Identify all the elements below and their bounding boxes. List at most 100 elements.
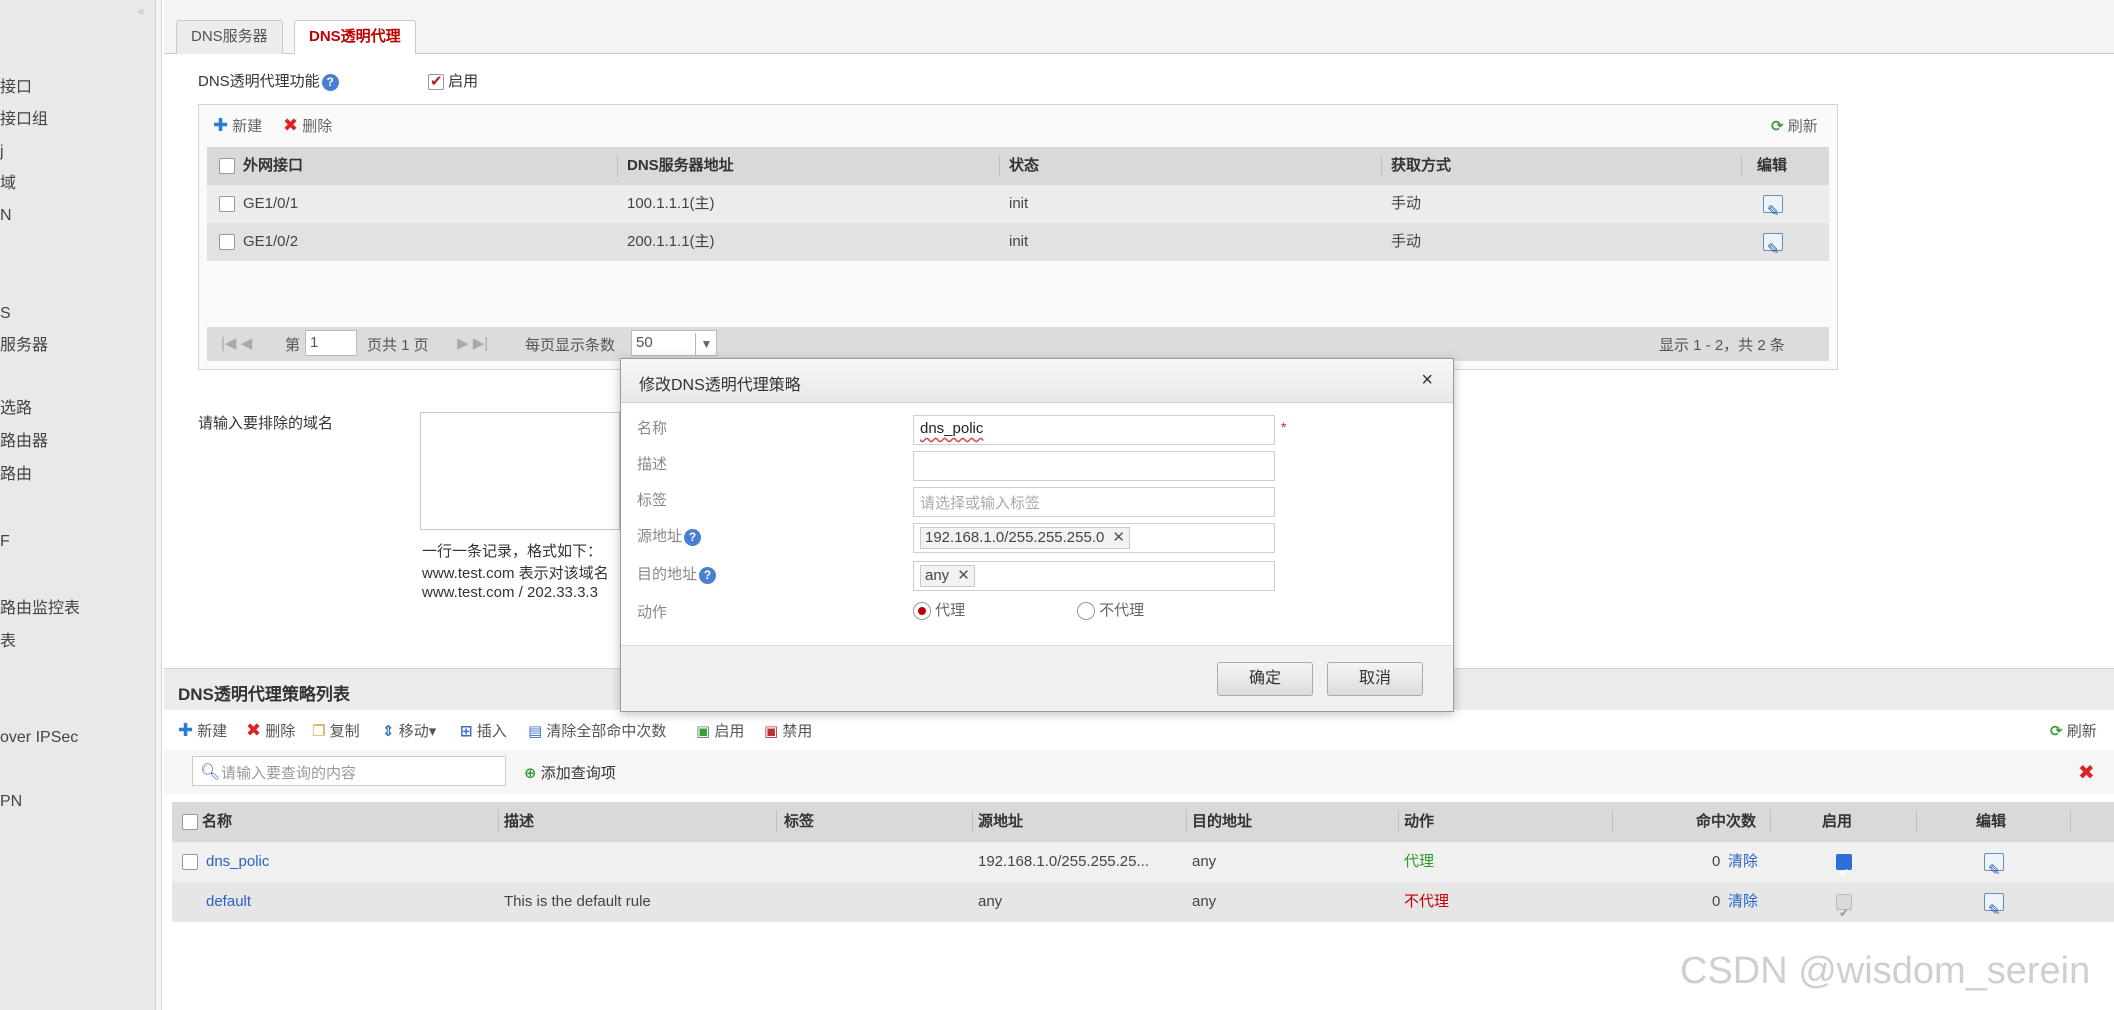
sidebar-splitter[interactable] (156, 0, 162, 1010)
clear-search-icon[interactable]: ✖ (2078, 760, 2095, 785)
collapse-icon[interactable]: « (138, 4, 150, 18)
row-checkbox[interactable] (182, 854, 198, 871)
policy-enable-button[interactable]: ▣ 启用 (696, 720, 744, 741)
sidebar-item-zone[interactable]: 域 (0, 172, 16, 196)
search-input[interactable]: 请输入要查询的内容 (192, 756, 506, 786)
enable-checkbox-cell[interactable] (1836, 842, 1852, 882)
edit-icon[interactable] (1984, 851, 2004, 882)
policy-table-header: 名称 描述 标签 源地址 目的地址 动作 命中次数 启用 编辑 (172, 802, 2114, 842)
search-row: 请输入要查询的内容 🔍︎ ⊕ 添加查询项 ✖ (164, 750, 2114, 794)
sidebar-item-3[interactable]: j (0, 140, 4, 164)
tab-bar: DNS服务器 DNS透明代理 (164, 0, 2114, 55)
col-tag: 标签 (784, 813, 815, 830)
sidebar-item-f[interactable]: F (0, 530, 10, 554)
enable-icon: ▣ (696, 723, 711, 740)
col-name: 名称 (202, 813, 233, 830)
select-all-cell[interactable] (182, 802, 198, 842)
cell-src: 192.168.1.0/255.255.25... (978, 853, 1149, 870)
edit-button[interactable] (1984, 882, 2004, 922)
col-divider (1398, 810, 1399, 832)
row-checkbox-cell[interactable] (182, 842, 198, 882)
policy-disable-label: 禁用 (782, 723, 813, 740)
col-desc: 描述 (504, 813, 535, 830)
insert-icon: ⊞ (460, 723, 473, 740)
tag-input[interactable]: 请选择或输入标签 (913, 487, 1275, 517)
src-label-row: 源地址? (637, 525, 702, 546)
policy-move-button[interactable]: ⇕ 移动▾ (382, 720, 436, 741)
policy-disable-button[interactable]: ▣ 禁用 (764, 720, 812, 741)
action-proxy-label: 代理 (935, 602, 966, 619)
cell-hits: 0 (1712, 893, 1721, 910)
enable-checkbox-cell (1836, 882, 1852, 922)
policy-move-label: 移动▾ (398, 723, 437, 740)
action-noproxy-radio[interactable]: 不代理 (1077, 599, 1144, 621)
sidebar-item-route-select[interactable]: 选路 (0, 397, 32, 421)
close-icon[interactable]: × (1421, 369, 1433, 392)
action-proxy-radio[interactable]: 代理 (913, 599, 966, 621)
radio-noproxy[interactable] (1077, 602, 1095, 621)
policy-name-link[interactable]: default (206, 882, 251, 922)
disable-icon: ▣ (764, 723, 779, 740)
sidebar-item-route[interactable]: 路由 (0, 463, 32, 487)
policy-copy-label: 复制 (329, 723, 360, 740)
sidebar-item-route-monitor[interactable]: 路由监控表 (0, 597, 80, 621)
src-address-tag: 192.168.1.0/255.255.255.0 ✕ (920, 527, 1130, 549)
sidebar-item-table[interactable]: 表 (0, 630, 16, 654)
sidebar-item-dns-server[interactable]: 服务器 (0, 334, 48, 358)
name-input[interactable]: dns_polic (913, 415, 1275, 445)
tab-dns-server[interactable]: DNS服务器 (176, 20, 283, 54)
clear-hits-button[interactable]: ▤ 清除全部命中次数 (528, 720, 666, 741)
sidebar-item-router[interactable]: 路由器 (0, 430, 48, 454)
sidebar-item-dns[interactable]: S (0, 302, 11, 326)
enable-checkbox[interactable] (1836, 853, 1852, 882)
col-edit: 编辑 (1976, 813, 2007, 830)
tag-label: 标签 (637, 492, 668, 509)
col-divider (1916, 810, 1917, 832)
dst-address-tag-text: any (925, 567, 950, 584)
remove-tag-icon[interactable]: ✕ (957, 567, 970, 584)
move-icon: ⇕ (382, 723, 395, 740)
radio-proxy[interactable] (913, 602, 931, 621)
policy-enable-label: 启用 (714, 723, 745, 740)
ok-button[interactable]: 确定 (1217, 662, 1313, 696)
policy-delete-label: 删除 (265, 723, 296, 740)
desc-input[interactable] (913, 451, 1275, 481)
policy-delete-button[interactable]: ✖ 删除 (246, 720, 295, 741)
help-icon[interactable]: ? (684, 528, 702, 546)
select-all-checkbox[interactable] (182, 814, 198, 831)
col-divider (1770, 810, 1771, 832)
policy-insert-button[interactable]: ⊞ 插入 (460, 720, 507, 741)
dialog-footer: 确定 取消 (621, 645, 1453, 711)
tab-dns-proxy[interactable]: DNS透明代理 (294, 20, 416, 55)
cell-hits: 0 (1712, 853, 1721, 870)
src-address-input[interactable]: 192.168.1.0/255.255.255.0 ✕ (913, 523, 1275, 553)
col-divider (776, 810, 777, 832)
clear-hits-link[interactable]: 清除 (1728, 842, 1758, 882)
sidebar-item-interface[interactable]: 接口 (0, 76, 32, 100)
cancel-button[interactable]: 取消 (1327, 662, 1423, 696)
search-icon: 🔍︎ (200, 764, 221, 781)
add-query-button[interactable]: ⊕ 添加查询项 (524, 762, 616, 783)
dst-label: 目的地址 (637, 566, 698, 583)
clear-hits-link[interactable]: 清除 (1728, 882, 1758, 922)
dst-address-input[interactable]: any ✕ (913, 561, 1275, 591)
required-mark: * (1281, 419, 1287, 435)
help-icon[interactable]: ? (699, 566, 717, 584)
table-row[interactable]: default This is the default rule any any… (172, 882, 2114, 922)
table-row[interactable]: dns_polic 192.168.1.0/255.255.25... any … (172, 842, 2114, 882)
policy-new-button[interactable]: ✚ 新建 (178, 720, 227, 741)
col-action: 动作 (1404, 813, 1435, 830)
sidebar-item-n[interactable]: N (0, 204, 12, 228)
policy-refresh-button[interactable]: ⟳ 刷新 (2050, 720, 2097, 741)
sidebar-item-interface-group[interactable]: 接口组 (0, 108, 48, 132)
policy-name-link[interactable]: dns_polic (206, 842, 269, 882)
src-address-tag-text: 192.168.1.0/255.255.255.0 (925, 529, 1105, 546)
dialog-titlebar[interactable]: 修改DNS透明代理策略 × (621, 359, 1453, 403)
sidebar-item-vpn[interactable]: PN (0, 790, 22, 814)
policy-copy-button[interactable]: ❐ 复制 (312, 720, 360, 741)
sidebar-item-over-ipsec[interactable]: over IPSec (0, 726, 78, 750)
policy-list-title: DNS透明代理策略列表 (178, 685, 350, 704)
edit-icon[interactable] (1984, 891, 2004, 922)
remove-tag-icon[interactable]: ✕ (1112, 529, 1125, 546)
edit-button[interactable] (1984, 842, 2004, 882)
